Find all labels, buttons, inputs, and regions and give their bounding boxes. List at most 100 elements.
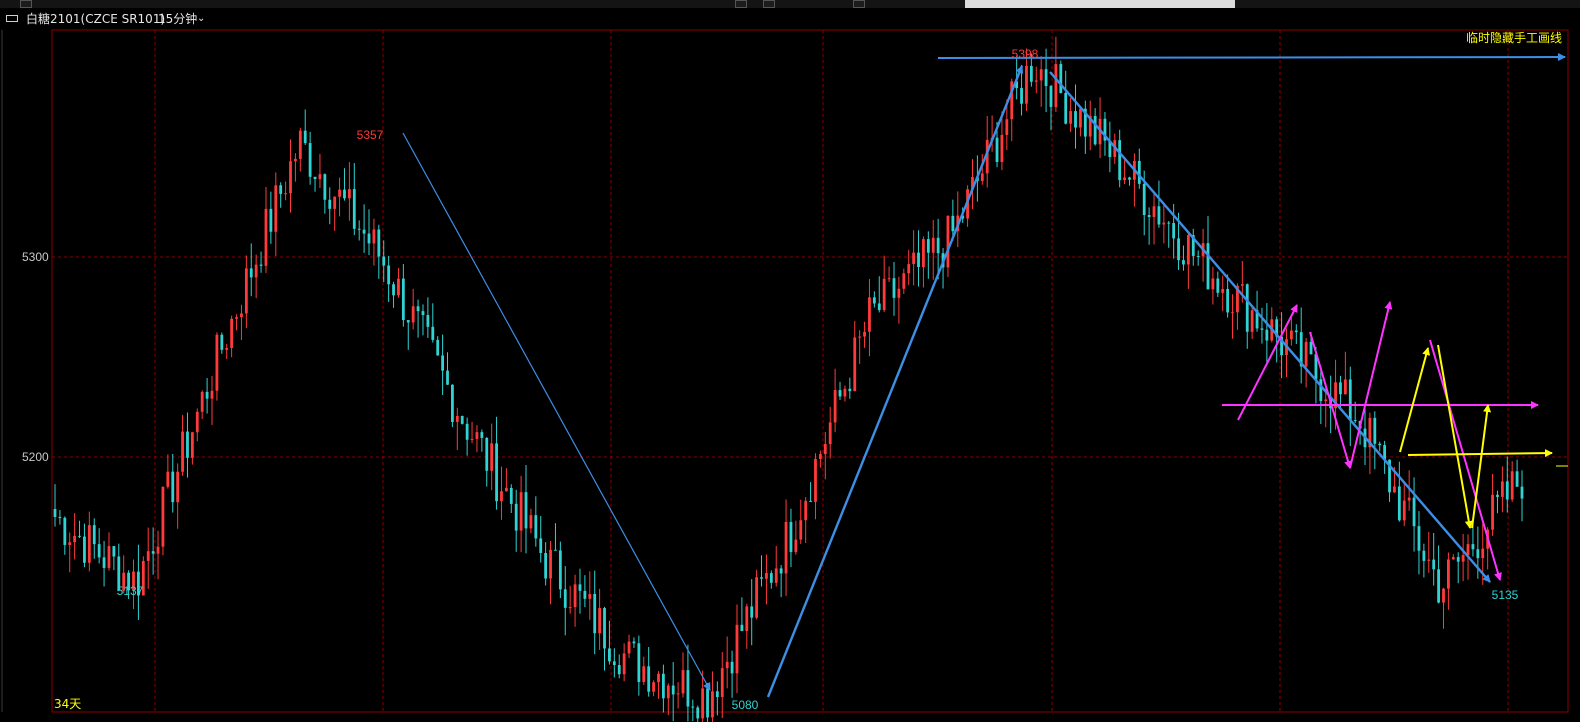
candle-body xyxy=(549,549,552,579)
candle-body xyxy=(1059,64,1063,93)
candle-body xyxy=(765,573,768,579)
candle-body xyxy=(1123,177,1126,181)
candle-body xyxy=(1231,312,1234,314)
candle-body xyxy=(828,422,832,445)
candle-body xyxy=(451,384,454,422)
candle-body xyxy=(642,666,646,682)
candle-body xyxy=(725,661,729,669)
candle-body xyxy=(647,666,651,692)
candle-body xyxy=(1034,80,1038,82)
window-icon[interactable] xyxy=(6,15,18,22)
yellow-level-line xyxy=(1407,449,1553,458)
candle-body xyxy=(657,673,660,683)
candle-body xyxy=(338,189,341,197)
candle-body xyxy=(534,515,538,539)
candle-body xyxy=(573,584,577,608)
candle-body xyxy=(1221,288,1225,293)
candle-body xyxy=(1172,223,1176,239)
candle-body xyxy=(715,691,719,697)
symbol-label[interactable]: 白糖2101(CZCE SR101) xyxy=(26,9,165,29)
candle-body xyxy=(460,416,464,424)
candle-body xyxy=(500,491,503,502)
trend-line-down-2 xyxy=(1049,71,1491,583)
candle-body xyxy=(323,174,327,200)
candle-body xyxy=(514,503,518,531)
candle-body xyxy=(794,539,798,553)
candle-body xyxy=(823,444,827,455)
candle-body xyxy=(691,706,695,708)
candle-body xyxy=(1025,65,1028,104)
hide-lines-label[interactable]: 临时隐藏手工画线 xyxy=(1466,31,1562,45)
candle-body xyxy=(1054,64,1058,108)
candle-body xyxy=(603,608,606,649)
candle-body xyxy=(544,552,548,579)
candle-body xyxy=(711,691,714,718)
candle-body xyxy=(1447,559,1450,589)
candle-body xyxy=(917,252,920,268)
candle-body xyxy=(622,653,626,675)
candle-body xyxy=(1039,69,1043,81)
candle-body xyxy=(519,492,523,531)
candle-body xyxy=(156,546,160,554)
period-label[interactable]: 15分钟 xyxy=(158,9,197,29)
candle-body xyxy=(617,665,621,675)
candle-body xyxy=(1157,206,1161,225)
candle-body xyxy=(1182,260,1185,265)
candle-body xyxy=(249,268,253,278)
candle-body xyxy=(146,551,150,561)
candle-body xyxy=(1476,549,1480,559)
candle-body xyxy=(97,544,101,558)
chevron-down-icon[interactable]: ⌄ xyxy=(197,9,205,29)
candle-body xyxy=(1412,497,1416,527)
candle-body xyxy=(186,431,189,458)
yellow-arrow xyxy=(1399,347,1431,453)
trend-line-down-1 xyxy=(402,132,711,691)
candle-body xyxy=(63,517,67,545)
candle-body xyxy=(612,661,616,666)
candle-body xyxy=(750,606,754,618)
candle-body xyxy=(637,643,641,682)
low-price-label: 5137 xyxy=(117,584,144,598)
candle-body xyxy=(230,318,234,349)
candle-body xyxy=(421,311,425,316)
candle-body xyxy=(1206,243,1210,290)
candle-body xyxy=(1245,284,1249,332)
candle-body xyxy=(205,391,209,399)
candle-body xyxy=(171,471,175,503)
candle-body xyxy=(1373,417,1377,444)
candle-body xyxy=(524,492,528,529)
candle-body xyxy=(1339,382,1342,395)
candle-body xyxy=(818,454,822,459)
candle-body xyxy=(946,215,950,268)
candle-body xyxy=(343,189,346,199)
candle-body xyxy=(652,682,655,692)
candle-body xyxy=(151,551,155,554)
candle-body xyxy=(1304,341,1308,367)
candle-body xyxy=(593,593,597,634)
candle-body xyxy=(1211,278,1215,290)
candle-body xyxy=(980,173,984,181)
candle-body xyxy=(897,288,901,298)
candle-body xyxy=(181,431,184,472)
price-chart: 5300 5200 5137 5357 5080 5398 5135 34天 临时隐藏手工画线 xyxy=(1,29,1569,722)
candle-body xyxy=(68,542,72,545)
y-tick-label: 5300 xyxy=(22,250,49,264)
candle-body xyxy=(1029,65,1033,82)
pink-arrow xyxy=(1429,339,1502,581)
candle-body xyxy=(284,193,287,195)
candle-body xyxy=(1353,420,1357,422)
candle-body xyxy=(1167,222,1171,224)
candle-body xyxy=(632,641,636,644)
candle-body xyxy=(480,432,484,438)
drawn-lines-layer xyxy=(402,53,1568,698)
candle-body xyxy=(872,297,876,304)
candle-body xyxy=(1226,288,1230,313)
candle-body xyxy=(1128,177,1131,180)
candle-body xyxy=(475,432,479,439)
candle-body xyxy=(1442,588,1445,603)
candle-body xyxy=(681,670,685,694)
candle-body xyxy=(112,546,116,557)
candle-body xyxy=(563,589,567,608)
span-label: 34天 xyxy=(54,697,81,711)
candle-body xyxy=(1471,544,1475,550)
